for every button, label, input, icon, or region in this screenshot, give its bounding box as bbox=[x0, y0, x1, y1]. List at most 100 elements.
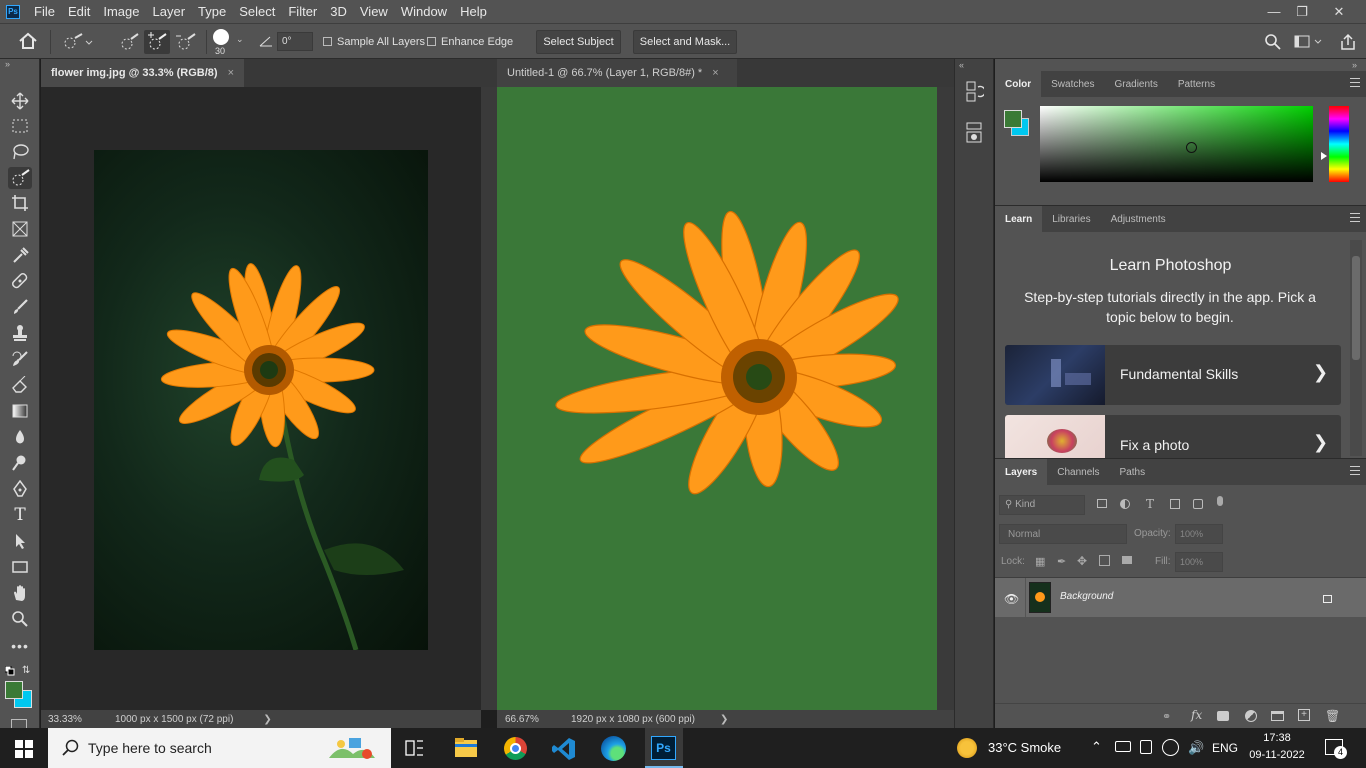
adjustment-layer-filter-icon[interactable] bbox=[1120, 499, 1130, 509]
learn-scrollbar[interactable] bbox=[1350, 240, 1362, 456]
marquee-tool-icon[interactable] bbox=[8, 115, 32, 137]
layer-name[interactable]: Background bbox=[1060, 591, 1113, 602]
tab-channels[interactable]: Channels bbox=[1047, 459, 1109, 485]
subtract-from-selection-icon[interactable] bbox=[175, 33, 197, 54]
share-icon[interactable] bbox=[1339, 33, 1357, 54]
default-colors-icon[interactable] bbox=[4, 665, 15, 679]
menu-3d[interactable]: 3D bbox=[330, 4, 347, 19]
tab-paths[interactable]: Paths bbox=[1110, 459, 1156, 485]
clone-stamp-tool-icon[interactable] bbox=[8, 322, 32, 344]
edge-icon[interactable] bbox=[601, 736, 626, 761]
vscode-icon[interactable] bbox=[552, 737, 576, 764]
frame-tool-icon[interactable] bbox=[8, 218, 32, 240]
crop-tool-icon[interactable] bbox=[8, 192, 32, 214]
windows-start-icon[interactable] bbox=[15, 740, 33, 761]
healing-brush-tool-icon[interactable] bbox=[8, 270, 32, 292]
notifications-icon[interactable]: 4 bbox=[1325, 739, 1347, 759]
lock-transparent-icon[interactable]: ▦ bbox=[1035, 555, 1045, 568]
quick-selection-tool-icon[interactable] bbox=[8, 167, 32, 189]
weather-text[interactable]: 33°C Smoke bbox=[988, 740, 1061, 755]
tab-untitled-1[interactable]: Untitled-1 @ 66.7% (Layer 1, RGB/8#) * × bbox=[497, 59, 737, 87]
enhance-edge-checkbox[interactable]: Enhance Edge bbox=[427, 36, 513, 48]
learn-card-fix-a-photo[interactable]: Fix a photo ❯ bbox=[1005, 415, 1341, 459]
collapse-dock-icon[interactable]: « bbox=[959, 60, 964, 70]
hand-tool-icon[interactable] bbox=[8, 582, 32, 604]
lock-position-icon[interactable]: ✥ bbox=[1077, 554, 1087, 568]
type-layer-filter-icon[interactable]: T bbox=[1146, 497, 1154, 511]
clock-date[interactable]: 09-11-2022 bbox=[1246, 749, 1308, 761]
home-icon[interactable] bbox=[18, 32, 38, 53]
eyedropper-tool-icon[interactable] bbox=[8, 244, 32, 266]
lasso-tool-icon[interactable] bbox=[8, 141, 32, 163]
blend-mode-select[interactable]: Normal bbox=[999, 524, 1127, 544]
taskbar-photoshop-active[interactable]: Ps bbox=[645, 728, 683, 768]
language-indicator[interactable]: ENG bbox=[1212, 741, 1238, 755]
more-tools-icon[interactable]: ••• bbox=[8, 635, 32, 657]
restore-icon[interactable]: ❐ bbox=[1287, 0, 1317, 23]
dodge-tool-icon[interactable] bbox=[8, 452, 32, 474]
new-selection-icon[interactable] bbox=[118, 33, 140, 54]
vertical-scrollbar[interactable] bbox=[937, 87, 954, 710]
menu-filter[interactable]: Filter bbox=[288, 4, 317, 19]
rectangle-tool-icon[interactable] bbox=[8, 556, 32, 578]
menu-view[interactable]: View bbox=[360, 4, 388, 19]
fill-input[interactable]: 100% bbox=[1175, 552, 1223, 572]
link-layers-icon[interactable]: ⚭ bbox=[1162, 710, 1171, 723]
menu-type[interactable]: Type bbox=[198, 4, 226, 19]
pen-tool-icon[interactable] bbox=[8, 478, 32, 500]
tab-flower-img[interactable]: flower img.jpg @ 33.3% (RGB/8) × bbox=[41, 59, 244, 87]
status-chevron-icon[interactable]: ❯ bbox=[263, 714, 271, 725]
tab-libraries[interactable]: Libraries bbox=[1042, 206, 1100, 232]
new-adjustment-layer-icon[interactable] bbox=[1245, 710, 1257, 722]
lock-all-icon[interactable] bbox=[1122, 556, 1132, 564]
new-group-icon[interactable] bbox=[1271, 711, 1284, 721]
workspace-icon[interactable] bbox=[1294, 35, 1324, 52]
select-and-mask-button[interactable]: Select and Mask... bbox=[633, 30, 737, 54]
properties-panel-icon[interactable] bbox=[966, 122, 984, 147]
device-icon[interactable] bbox=[1140, 740, 1152, 754]
zoom-level[interactable]: 33.33% bbox=[48, 714, 88, 725]
hue-slider-handle[interactable] bbox=[1321, 152, 1327, 160]
brush-dropdown-chevron-icon[interactable]: ⌄ bbox=[236, 34, 244, 45]
file-explorer-icon[interactable] bbox=[455, 738, 479, 761]
minimize-icon[interactable]: — bbox=[1259, 0, 1289, 23]
tab-learn[interactable]: Learn bbox=[995, 206, 1043, 232]
search-icon[interactable] bbox=[1264, 33, 1282, 54]
color-field[interactable] bbox=[1040, 106, 1313, 182]
network-icon[interactable] bbox=[1162, 739, 1179, 756]
history-brush-tool-icon[interactable] bbox=[8, 348, 32, 370]
smart-object-filter-icon[interactable] bbox=[1193, 499, 1203, 509]
canvas-area-untitled[interactable] bbox=[497, 87, 937, 710]
menu-image[interactable]: Image bbox=[103, 4, 139, 19]
taskbar-search-box[interactable]: Type here to search bbox=[48, 728, 391, 768]
tab-swatches[interactable]: Swatches bbox=[1041, 71, 1104, 97]
shape-layer-filter-icon[interactable] bbox=[1170, 499, 1180, 509]
quick-selection-preset-icon[interactable] bbox=[58, 33, 94, 54]
eye-visibility-icon[interactable]: 👁 bbox=[1004, 592, 1019, 606]
vertical-scrollbar[interactable] bbox=[481, 87, 497, 710]
lock-artboard-icon[interactable] bbox=[1099, 555, 1110, 566]
select-subject-button[interactable]: Select Subject bbox=[536, 30, 621, 54]
fx-icon[interactable]: fx bbox=[1191, 708, 1202, 722]
task-view-icon[interactable] bbox=[405, 739, 425, 760]
angle-input[interactable]: 0° bbox=[277, 32, 313, 51]
menu-select[interactable]: Select bbox=[239, 4, 275, 19]
canvas-area-flower[interactable] bbox=[41, 87, 481, 710]
opacity-input[interactable]: 100% bbox=[1175, 524, 1223, 544]
color-picker-cursor[interactable] bbox=[1186, 142, 1197, 153]
menu-help[interactable]: Help bbox=[460, 4, 487, 19]
menu-layer[interactable]: Layer bbox=[153, 4, 186, 19]
path-selection-tool-icon[interactable] bbox=[8, 530, 32, 552]
brush-size-preview-icon[interactable] bbox=[213, 29, 229, 45]
menu-file[interactable]: File bbox=[34, 4, 55, 19]
collapse-toolbar-icon[interactable]: » bbox=[5, 59, 10, 69]
new-layer-icon[interactable]: + bbox=[1298, 709, 1310, 721]
panel-menu-icon[interactable] bbox=[1350, 78, 1360, 87]
sample-all-layers-checkbox[interactable]: Sample All Layers bbox=[323, 36, 425, 48]
hue-slider[interactable] bbox=[1329, 106, 1349, 182]
volume-icon[interactable]: 🔊 bbox=[1188, 740, 1204, 756]
panel-foreground-swatch[interactable] bbox=[1004, 110, 1022, 128]
collapse-panel-icon[interactable]: » bbox=[1352, 60, 1357, 70]
tab-gradients[interactable]: Gradients bbox=[1104, 71, 1167, 97]
lock-image-icon[interactable]: ✒ bbox=[1057, 555, 1066, 568]
